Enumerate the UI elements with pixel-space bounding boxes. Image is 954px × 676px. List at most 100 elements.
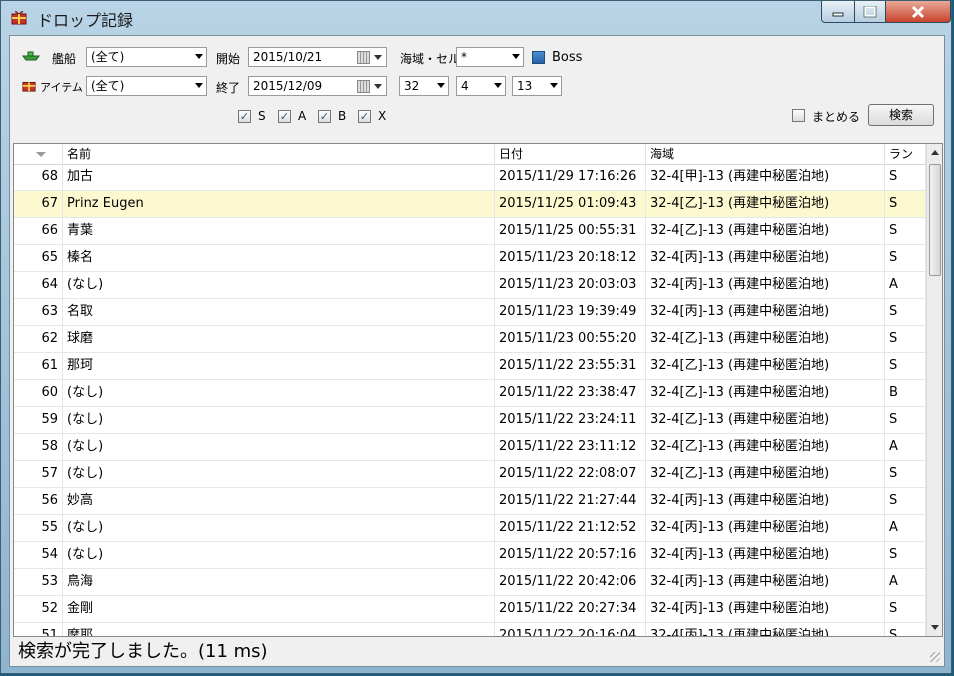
table-row[interactable]: 54 (なし) 2015/11/22 20:57:16 32-4[丙]-13 (再建中… <box>14 542 926 569</box>
gift-icon <box>11 10 27 25</box>
table-body: 68 加古 2015/11/29 17:16:26 32-4[甲]-13 (再建中秘匿… <box>14 164 926 636</box>
scroll-up-icon[interactable] <box>931 150 939 155</box>
boss-checkbox[interactable] <box>532 51 545 64</box>
row-date: 2015/11/22 22:08:07 <box>495 461 646 487</box>
row-rank: S <box>885 299 926 325</box>
table-row[interactable]: 68 加古 2015/11/29 17:16:26 32-4[甲]-13 (再建中秘匿… <box>14 164 926 191</box>
row-area: 32-4[乙]-13 (再建中秘匿泊地) <box>646 218 885 244</box>
table-row[interactable]: 64 (なし) 2015/11/23 20:03:03 32-4[丙]-13 (再建中… <box>14 272 926 299</box>
vertical-scrollbar[interactable] <box>926 144 942 636</box>
start-label: 開始 <box>216 52 241 66</box>
row-rank: S <box>885 326 926 352</box>
rank-x-checkbox[interactable]: ✓ <box>358 110 371 123</box>
row-date: 2015/11/23 19:39:49 <box>495 299 646 325</box>
row-rank: S <box>885 461 926 487</box>
table-row[interactable]: 52 金剛 2015/11/22 20:27:34 32-4[丙]-13 (再建中秘匿… <box>14 596 926 623</box>
table-header: 名前 日付 海域 ラン <box>14 144 926 165</box>
merge-checkbox[interactable] <box>792 109 805 122</box>
scroll-down-icon[interactable] <box>931 625 939 630</box>
cell-select[interactable]: 13 <box>512 76 562 96</box>
row-number: 58 <box>14 434 63 460</box>
table-row[interactable]: 58 (なし) 2015/11/22 23:11:12 32-4[乙]-13 (再建中… <box>14 434 926 461</box>
row-number: 66 <box>14 218 63 244</box>
row-date: 2015/11/25 01:09:43 <box>495 191 646 217</box>
chevron-down-icon <box>550 83 558 88</box>
header-date[interactable]: 日付 <box>495 144 646 164</box>
minimize-button[interactable] <box>821 1 855 23</box>
row-date: 2015/11/22 23:11:12 <box>495 434 646 460</box>
row-area: 32-4[乙]-13 (再建中秘匿泊地) <box>646 353 885 379</box>
header-area[interactable]: 海域 <box>646 144 885 164</box>
row-name: 青葉 <box>63 218 495 244</box>
row-name: 那珂 <box>63 353 495 379</box>
table-row[interactable]: 60 (なし) 2015/11/22 23:38:47 32-4[乙]-13 (再建中… <box>14 380 926 407</box>
map-select-value: 4 <box>461 79 469 93</box>
row-area: 32-4[乙]-13 (再建中秘匿泊地) <box>646 407 885 433</box>
title-bar[interactable]: ドロップ記録 <box>1 1 951 33</box>
close-button[interactable] <box>885 1 951 23</box>
calendar-icon[interactable] <box>357 80 370 93</box>
rank-a-checkbox[interactable]: ✓ <box>278 110 291 123</box>
table-row[interactable]: 55 (なし) 2015/11/22 21:12:52 32-4[丙]-13 (再建中… <box>14 515 926 542</box>
table-row[interactable]: 56 妙高 2015/11/22 21:27:44 32-4[丙]-13 (再建中秘匿… <box>14 488 926 515</box>
chevron-down-icon[interactable] <box>374 84 382 89</box>
row-number: 52 <box>14 596 63 622</box>
drop-record-table[interactable]: 名前 日付 海域 ラン 68 加古 2015/11/29 17:16:26 32-4[… <box>13 143 943 637</box>
chevron-down-icon <box>512 54 520 59</box>
table-row[interactable]: 65 榛名 2015/11/23 20:18:12 32-4[丙]-13 (再建中秘匿… <box>14 245 926 272</box>
row-rank: S <box>885 488 926 514</box>
world-select[interactable]: 32 <box>399 76 449 96</box>
table-row[interactable]: 57 (なし) 2015/11/22 22:08:07 32-4[乙]-13 (再建中… <box>14 461 926 488</box>
resize-grip-icon[interactable] <box>930 652 940 662</box>
chevron-down-icon <box>195 83 203 88</box>
rank-b-checkbox[interactable]: ✓ <box>318 110 331 123</box>
item-select[interactable]: (全て) <box>86 76 207 96</box>
table-row[interactable]: 63 名取 2015/11/23 19:39:49 32-4[丙]-13 (再建中秘匿… <box>14 299 926 326</box>
table-row[interactable]: 53 鳥海 2015/11/22 20:42:06 32-4[丙]-13 (再建中秘匿… <box>14 569 926 596</box>
maximize-button[interactable] <box>854 1 886 23</box>
rank-s-checkbox[interactable]: ✓ <box>238 110 251 123</box>
start-date-input[interactable]: 2015/10/21 <box>248 47 387 67</box>
world-select-value: 32 <box>404 79 420 93</box>
row-number: 68 <box>14 164 63 190</box>
calendar-icon[interactable] <box>357 51 370 64</box>
row-name: (なし) <box>63 461 495 487</box>
row-number: 65 <box>14 245 63 271</box>
row-rank: S <box>885 596 926 622</box>
sort-column-header[interactable] <box>14 144 63 164</box>
search-button[interactable]: 検索 <box>868 104 934 126</box>
row-rank: B <box>885 380 926 406</box>
chevron-down-icon[interactable] <box>374 55 382 60</box>
row-rank: S <box>885 245 926 271</box>
chevron-down-icon <box>437 83 445 88</box>
row-date: 2015/11/22 20:42:06 <box>495 569 646 595</box>
row-area: 32-4[丙]-13 (再建中秘匿泊地) <box>646 299 885 325</box>
scroll-thumb[interactable] <box>929 164 941 276</box>
table-row[interactable]: 59 (なし) 2015/11/22 23:24:11 32-4[乙]-13 (再建中… <box>14 407 926 434</box>
header-rank[interactable]: ラン <box>885 144 926 164</box>
table-row[interactable]: 51 摩耶 2015/11/22 20:16:04 32-4[丙]-13 (再建中秘匿… <box>14 623 926 636</box>
end-date-input[interactable]: 2015/12/09 <box>248 76 387 96</box>
ship-select[interactable]: (全て) <box>86 47 207 67</box>
close-icon <box>911 5 925 18</box>
merge-label: まとめる <box>812 110 861 124</box>
start-date-value: 2015/10/21 <box>253 50 323 64</box>
status-text: 検索が完了しました。(11 ms) <box>18 641 268 662</box>
row-number: 51 <box>14 623 63 636</box>
item-label: アイテム <box>40 81 83 94</box>
map-select[interactable]: 4 <box>456 76 506 96</box>
table-row[interactable]: 62 球磨 2015/11/23 00:55:20 32-4[乙]-13 (再建中秘匿… <box>14 326 926 353</box>
row-name: 妙高 <box>63 488 495 514</box>
area-select[interactable]: * <box>456 47 524 67</box>
table-row[interactable]: 67 Prinz Eugen 2015/11/25 01:09:43 32-4[乙]-… <box>14 191 926 218</box>
rank-x-label: X <box>378 109 387 123</box>
rank-s-label: S <box>258 109 266 123</box>
row-name: (なし) <box>63 542 495 568</box>
row-date: 2015/11/25 00:55:31 <box>495 218 646 244</box>
header-name[interactable]: 名前 <box>63 144 495 164</box>
table-row[interactable]: 66 青葉 2015/11/25 00:55:31 32-4[乙]-13 (再建中秘匿… <box>14 218 926 245</box>
row-rank: S <box>885 164 926 190</box>
table-row[interactable]: 61 那珂 2015/11/22 23:55:31 32-4[乙]-13 (再建中秘匿… <box>14 353 926 380</box>
row-date: 2015/11/22 23:55:31 <box>495 353 646 379</box>
row-name: 球磨 <box>63 326 495 352</box>
